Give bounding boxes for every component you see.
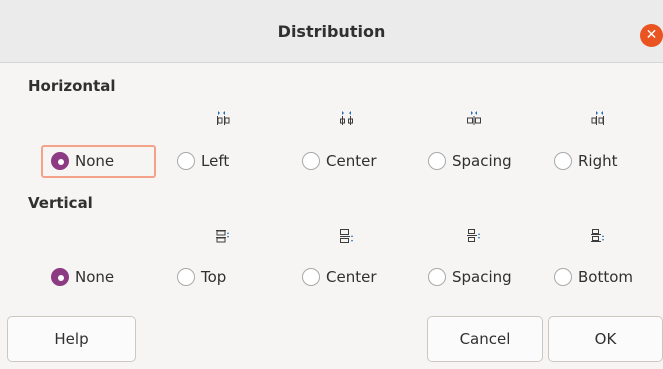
radio-indicator xyxy=(177,268,195,286)
horizontal-left-radio[interactable]: Left xyxy=(177,148,229,174)
horizontal-spacing-radio[interactable]: Spacing xyxy=(428,148,512,174)
vertical-center-radio[interactable]: Center xyxy=(302,264,377,290)
radio-label: Left xyxy=(201,152,230,170)
radio-label: None xyxy=(75,268,115,286)
close-icon[interactable]: ✕ xyxy=(640,24,663,47)
horizontal-center-radio[interactable]: Center xyxy=(302,148,377,174)
radio-label: Bottom xyxy=(578,268,634,286)
vertical-top-radio[interactable]: Top xyxy=(177,264,226,290)
radio-indicator xyxy=(302,268,320,286)
horizontal-right-radio[interactable]: Right xyxy=(554,148,618,174)
distribute-center-vertical-icon xyxy=(340,229,353,243)
radio-label: Spacing xyxy=(452,152,512,170)
ok-button[interactable]: OK xyxy=(548,316,663,362)
radio-label: Right xyxy=(578,152,618,170)
help-button[interactable]: Help xyxy=(7,316,136,362)
radio-indicator xyxy=(51,152,69,170)
radio-indicator xyxy=(554,152,572,170)
radio-indicator xyxy=(51,268,69,286)
dialog-title: Distribution xyxy=(277,22,386,41)
radio-label: Spacing xyxy=(452,268,512,286)
radio-indicator xyxy=(302,152,320,170)
horizontal-section-label: Horizontal xyxy=(28,77,116,95)
vertical-section-label: Vertical xyxy=(28,194,93,212)
vertical-spacing-radio[interactable]: Spacing xyxy=(428,264,512,290)
distribute-left-icon xyxy=(217,111,230,125)
radio-label: None xyxy=(75,152,115,170)
distribute-center-horizontal-icon xyxy=(340,111,353,125)
distribute-top-icon xyxy=(216,230,229,243)
cancel-button[interactable]: Cancel xyxy=(427,316,543,362)
radio-indicator xyxy=(554,268,572,286)
radio-label: Center xyxy=(326,268,377,286)
radio-indicator xyxy=(428,268,446,286)
horizontal-none-radio[interactable]: None xyxy=(51,148,114,174)
distribute-bottom-icon xyxy=(591,229,604,242)
vertical-bottom-radio[interactable]: Bottom xyxy=(554,264,633,290)
radio-indicator xyxy=(177,152,195,170)
distribute-spacing-vertical-icon xyxy=(467,229,480,242)
radio-label: Center xyxy=(326,152,377,170)
title-bar: Distribution ✕ xyxy=(0,0,663,63)
radio-label: Top xyxy=(201,268,227,286)
vertical-none-radio[interactable]: None xyxy=(51,264,114,290)
radio-indicator xyxy=(428,152,446,170)
distribute-right-icon xyxy=(591,111,604,125)
distribute-spacing-horizontal-icon xyxy=(467,111,481,125)
